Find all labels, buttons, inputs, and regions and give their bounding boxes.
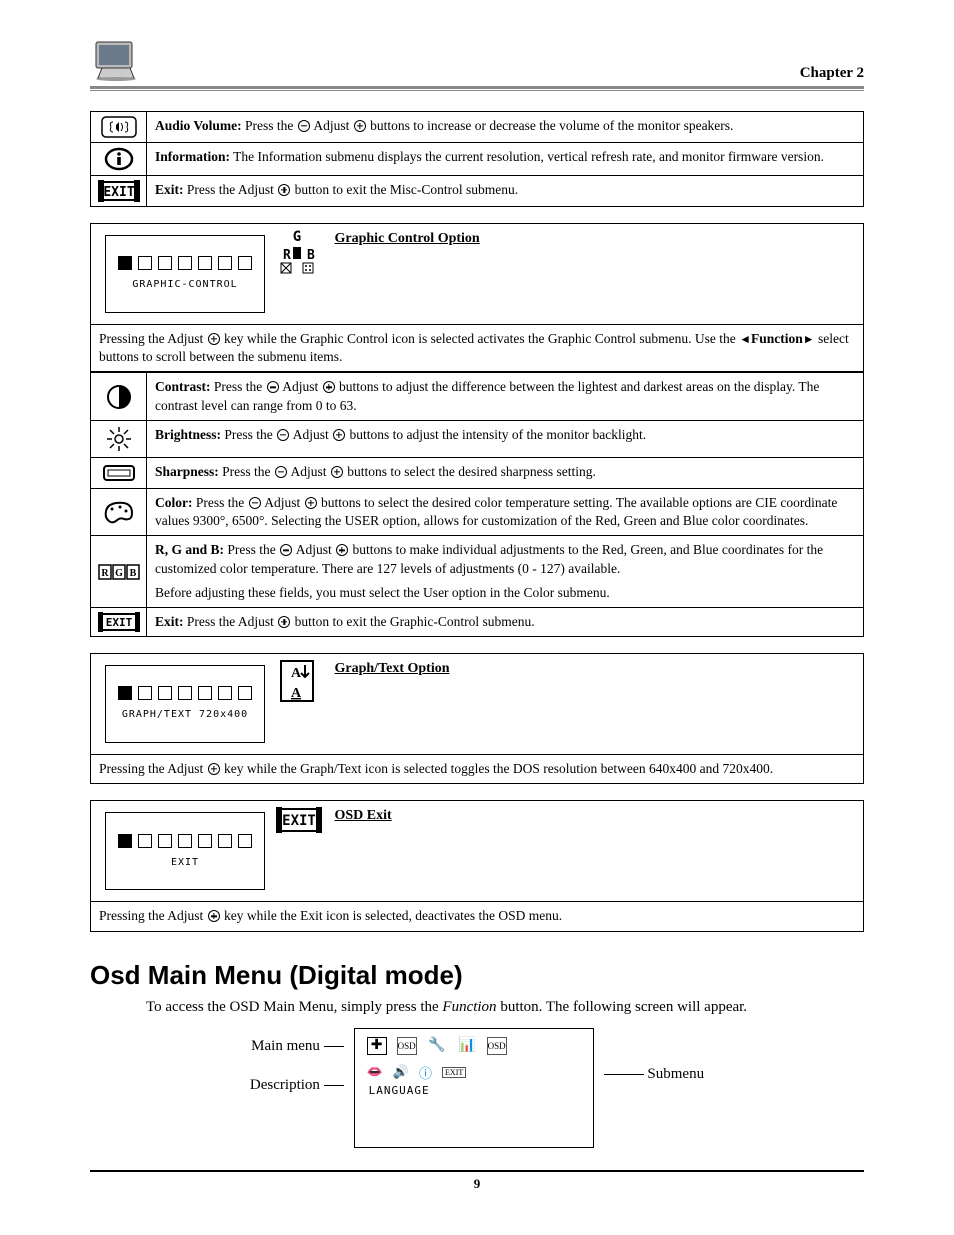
audio-volume-desc: Audio Volume: Press the Adjust buttons t… (147, 112, 864, 143)
graphic-control-intro: Pressing the Adjust key while the Graphi… (91, 325, 864, 372)
monitor-icon (90, 40, 140, 82)
brightness-desc: Brightness: Press the Adjust buttons to … (147, 420, 864, 457)
description-label: Description (250, 1077, 320, 1093)
plus-icon (208, 763, 220, 775)
plus-icon (336, 544, 348, 556)
audio-volume-icon (91, 112, 147, 143)
osd-sub-icon-4: EXIT (442, 1067, 466, 1078)
svg-text:G: G (292, 229, 300, 245)
left-arrow-icon: ◄ (739, 331, 751, 347)
svg-text:G: G (115, 568, 123, 579)
contrast-icon (91, 373, 147, 420)
minus-icon (275, 466, 287, 478)
osd-screen-label: LANGUAGE (355, 1084, 593, 1097)
svg-text:R: R (283, 248, 291, 263)
page-number: 9 (90, 1176, 864, 1192)
osd-icon-2: OSD (397, 1037, 417, 1055)
plus-icon (278, 184, 290, 196)
misc-control-table: Audio Volume: Press the Adjust buttons t… (90, 111, 864, 207)
contrast-desc: Contrast: Press the Adjust buttons to ad… (147, 373, 864, 420)
graphic-control-title: Graphic Control Option (335, 231, 480, 246)
osd-icon-3: 🔧 (427, 1037, 447, 1055)
osd-screen: ✚ OSD 🔧 📊 OSD 👄 🔊 ⓘ EXIT LANGUAGE (354, 1028, 594, 1148)
minus-icon (280, 544, 292, 556)
plus-icon (323, 381, 335, 393)
osd-sub-icon-3: ⓘ (419, 1063, 432, 1082)
exit-graphic-icon: EXIT (91, 607, 147, 636)
osd-exit-intro: Pressing the Adjust key while the Exit i… (91, 902, 864, 931)
exit-graphic-desc: Exit: Press the Adjust button to exit th… (147, 607, 864, 636)
page-header: Chapter 2 (90, 40, 864, 82)
header-rule (90, 86, 864, 91)
graphtext-title: Graph/Text Option (335, 661, 450, 676)
plus-icon (354, 120, 366, 132)
rgb-desc: R, G and B: Press the Adjust buttons to … (147, 536, 864, 608)
graphic-control-items: Contrast: Press the Adjust buttons to ad… (90, 372, 864, 637)
information-desc: Information: The Information submenu dis… (147, 143, 864, 176)
footer-rule (90, 1170, 864, 1172)
svg-text:EXIT: EXIT (103, 185, 134, 200)
osd-exit-panel: EXIT (105, 812, 265, 890)
osd-sub-icon-1: 👄 (367, 1064, 383, 1080)
svg-text:A: A (291, 686, 302, 701)
osd-diagram: Main menu Description ✚ OSD 🔧 📊 OSD 👄 🔊 … (90, 1028, 864, 1148)
main-menu-label: Main menu (251, 1038, 320, 1054)
plus-icon (208, 333, 220, 345)
svg-text:R: R (101, 568, 109, 579)
color-desc: Color: Press the Adjust buttons to selec… (147, 488, 864, 535)
plus-icon (208, 910, 220, 922)
graphic-control-panel: GRAPHIC-CONTROL (105, 235, 265, 313)
svg-text:B: B (307, 248, 315, 263)
osd-icon-5: OSD (487, 1037, 507, 1055)
right-arrow-icon: ► (803, 331, 815, 347)
osd-exit-big-icon: EXIT (275, 806, 323, 834)
plus-icon (333, 429, 345, 441)
svg-text:EXIT: EXIT (282, 813, 316, 829)
sharpness-icon (91, 457, 147, 488)
graphtext-section: GRAPH/TEXT 720x400 AA Graph/Text Option … (90, 653, 864, 784)
exit-misc-icon: EXIT (91, 176, 147, 207)
graphtext-big-icon: AA (277, 659, 317, 703)
osd-exit-title: OSD Exit (335, 808, 392, 823)
brightness-icon (91, 420, 147, 457)
graphic-control-big-icon: G R B (275, 229, 319, 275)
sharpness-desc: Sharpness: Press the Adjust buttons to s… (147, 457, 864, 488)
digital-intro: To access the OSD Main Menu, simply pres… (146, 999, 864, 1016)
osd-icon-4: 📊 (457, 1037, 477, 1055)
color-icon (91, 488, 147, 535)
graphtext-intro: Pressing the Adjust key while the Graph/… (91, 755, 864, 784)
minus-icon (249, 497, 261, 509)
plus-icon (278, 616, 290, 628)
graphtext-panel: GRAPH/TEXT 720x400 (105, 665, 265, 743)
osd-icon-1: ✚ (367, 1037, 387, 1055)
submenu-label: Submenu (647, 1066, 704, 1082)
svg-text:A: A (291, 666, 302, 681)
minus-icon (267, 381, 279, 393)
rgb-icon: RGB (91, 536, 147, 608)
minus-icon (298, 120, 310, 132)
svg-text:EXIT: EXIT (105, 616, 132, 629)
minus-icon (277, 429, 289, 441)
chapter-label: Chapter 2 (800, 65, 864, 82)
information-icon (91, 143, 147, 176)
plus-icon (305, 497, 317, 509)
graphic-control-section: GRAPHIC-CONTROL G R B Graphic Control Op… (90, 223, 864, 372)
osd-exit-section: EXIT EXIT OSD Exit Pressing the Adjust k… (90, 800, 864, 931)
plus-icon (331, 466, 343, 478)
digital-heading: Osd Main Menu (Digital mode) (90, 960, 864, 991)
svg-text:B: B (129, 568, 136, 579)
osd-sub-icon-2: 🔊 (393, 1064, 409, 1080)
exit-misc-desc: Exit: Press the Adjust button to exit th… (147, 176, 864, 207)
